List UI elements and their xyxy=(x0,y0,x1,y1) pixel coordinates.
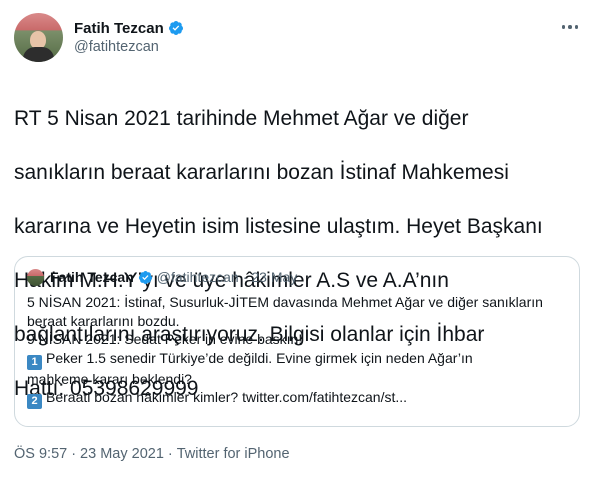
tweet-date[interactable]: 23 May 2021 xyxy=(80,446,164,462)
quoted-line: beraat kararlarını bozdu. xyxy=(27,312,180,329)
quoted-tweet-card[interactable]: Fatih Tezcan @fatihtezcan · 23 May 5 NİS… xyxy=(14,256,580,427)
keycap-1-icon: 1 xyxy=(27,354,42,370)
tweet-time[interactable]: ÖS 9:57 xyxy=(14,446,67,462)
quoted-avatar xyxy=(27,268,44,286)
tweet-header: Fatih Tezcan @fatihtezcan xyxy=(14,13,580,63)
quoted-line: 9 NİSAN 2021: Sedat Peker’in evine baskı… xyxy=(27,331,303,347)
quoted-tweet-header: Fatih Tezcan @fatihtezcan · 23 May xyxy=(27,268,297,286)
quoted-item-2-text: Beraati bozan hâkimler kimler? twitter.c… xyxy=(46,389,408,405)
quoted-date: 23 May xyxy=(251,269,298,285)
quoted-tweet-text: 5 NİSAN 2021: İstinaf, Susurluk-JİTEM da… xyxy=(27,293,567,409)
tweet-line: RT 5 Nisan 2021 tarihinde Mehmet Ağar ve… xyxy=(14,107,469,130)
quoted-line: mahkeme kararı beklendi? xyxy=(27,370,192,387)
tweet-line: sanıkların beraat kararlarını bozan İsti… xyxy=(14,161,509,184)
keycap-2-icon: 2 xyxy=(27,394,42,409)
tweet-line: kararına ve Heyetin isim listesine ulaşt… xyxy=(14,215,543,238)
meta-separator: · xyxy=(167,446,173,462)
verified-badge-icon xyxy=(138,270,152,284)
quoted-handle: @fatihtezcan xyxy=(156,269,239,285)
verified-badge-icon xyxy=(168,21,183,35)
author-display-name[interactable]: Fatih Tezcan xyxy=(74,20,164,37)
quoted-line: 5 NİSAN 2021: İstinaf, Susurluk-JİTEM da… xyxy=(27,294,543,310)
quoted-list-item-2: 2 Beraati bozan hâkimler kimler? twitter.… xyxy=(27,388,567,409)
tweet-source: Twitter for iPhone xyxy=(176,446,290,462)
quoted-item-1-text: Peker 1.5 senedir Türkiye’de değildi. Ev… xyxy=(46,349,473,366)
quoted-display-name: Fatih Tezcan xyxy=(50,269,134,285)
author-handle[interactable]: @fatihtezcan xyxy=(74,39,159,55)
more-dots-icon[interactable] xyxy=(560,19,580,35)
avatar[interactable] xyxy=(14,13,63,62)
quoted-list-item-1: 1 Peker 1.5 senedir Türkiye’de değildi. E… xyxy=(27,349,567,370)
meta-separator: · xyxy=(71,446,77,462)
quoted-separator: · xyxy=(242,269,248,285)
tweet-meta: ÖS 9:57 · 23 May 2021 · Twitter for iPhone xyxy=(14,446,290,462)
author-name-row[interactable]: Fatih Tezcan xyxy=(74,18,184,38)
